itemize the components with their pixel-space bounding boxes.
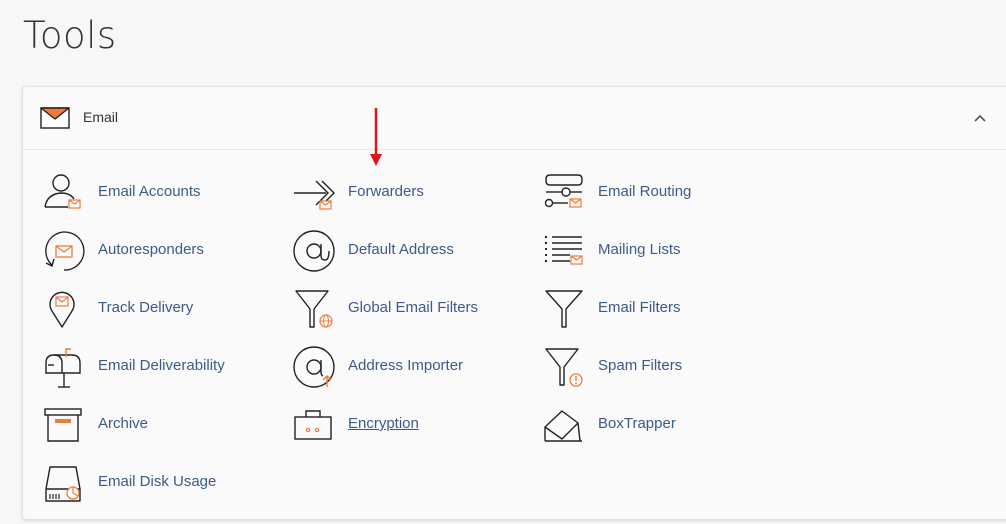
chevron-up-icon[interactable]: [973, 111, 987, 125]
tool-label: BoxTrapper: [598, 415, 676, 432]
tool-address-importer[interactable]: Address Importer: [292, 345, 532, 389]
email-accounts-icon: [44, 174, 81, 209]
tool-autoresponders[interactable]: Autoresponders: [42, 229, 282, 273]
tool-forwarders[interactable]: Forwarders: [292, 171, 532, 215]
tool-label: Address Importer: [348, 357, 464, 374]
envelope-icon: [40, 107, 70, 129]
tool-mailing-lists[interactable]: Mailing Lists: [542, 229, 782, 273]
page-title: Tools: [23, 14, 117, 57]
filter-icon: [545, 290, 583, 328]
disk-usage-icon: [45, 466, 81, 502]
email-panel: Email Email Accounts Forwarders Email Ro…: [22, 86, 1006, 520]
email-routing-icon: [544, 174, 583, 208]
mailbox-icon: [45, 348, 81, 388]
tool-label: Archive: [98, 415, 149, 432]
tool-label: Forwarders: [348, 183, 424, 200]
spam-filter-icon: [545, 348, 583, 387]
tool-boxtrapper[interactable]: BoxTrapper: [542, 403, 782, 447]
mailing-lists-icon: [545, 236, 583, 265]
forwarders-icon: [294, 180, 335, 210]
email-tools-grid: Email Accounts Forwarders Email Routing …: [23, 150, 1006, 510]
tool-label: Email Disk Usage: [98, 473, 217, 490]
tool-email-disk-usage[interactable]: Email Disk Usage: [42, 461, 282, 505]
tool-email-routing[interactable]: Email Routing: [542, 171, 782, 215]
tool-default-address[interactable]: Default Address: [292, 229, 532, 273]
address-importer-icon: [293, 346, 335, 388]
boxtrapper-icon: [544, 410, 582, 442]
tool-label: Encryption: [348, 415, 419, 432]
tool-label: Global Email Filters: [348, 299, 479, 316]
tool-label: Autoresponders: [98, 241, 204, 258]
track-delivery-icon: [49, 291, 75, 328]
red-arrow-down-icon: [370, 108, 382, 166]
tool-label: Email Deliverability: [98, 357, 225, 374]
tool-global-email-filters[interactable]: Global Email Filters: [292, 287, 532, 331]
tool-label: Email Filters: [598, 299, 681, 316]
tool-label: Spam Filters: [598, 357, 683, 374]
tool-label: Track Delivery: [98, 299, 194, 316]
email-panel-header[interactable]: Email: [23, 87, 1006, 150]
tool-email-accounts[interactable]: Email Accounts: [42, 171, 282, 215]
tool-email-filters[interactable]: Email Filters: [542, 287, 782, 331]
global-filter-icon: [295, 290, 333, 328]
tool-label: Email Routing: [598, 183, 692, 200]
tool-email-deliverability[interactable]: Email Deliverability: [42, 345, 282, 389]
tool-label: Email Accounts: [98, 183, 201, 200]
at-sign-icon: [293, 230, 335, 272]
tool-archive[interactable]: Archive: [42, 403, 282, 447]
tool-spam-filters[interactable]: Spam Filters: [542, 345, 782, 389]
encryption-briefcase-icon: [294, 410, 332, 440]
tool-track-delivery[interactable]: Track Delivery: [42, 287, 282, 331]
autoresponders-icon: [45, 231, 85, 271]
tool-label: Mailing Lists: [598, 241, 681, 258]
email-panel-title: Email: [83, 109, 119, 125]
archive-box-icon: [44, 408, 82, 442]
tool-encryption[interactable]: Encryption: [292, 403, 532, 447]
tool-label: Default Address: [348, 241, 454, 258]
